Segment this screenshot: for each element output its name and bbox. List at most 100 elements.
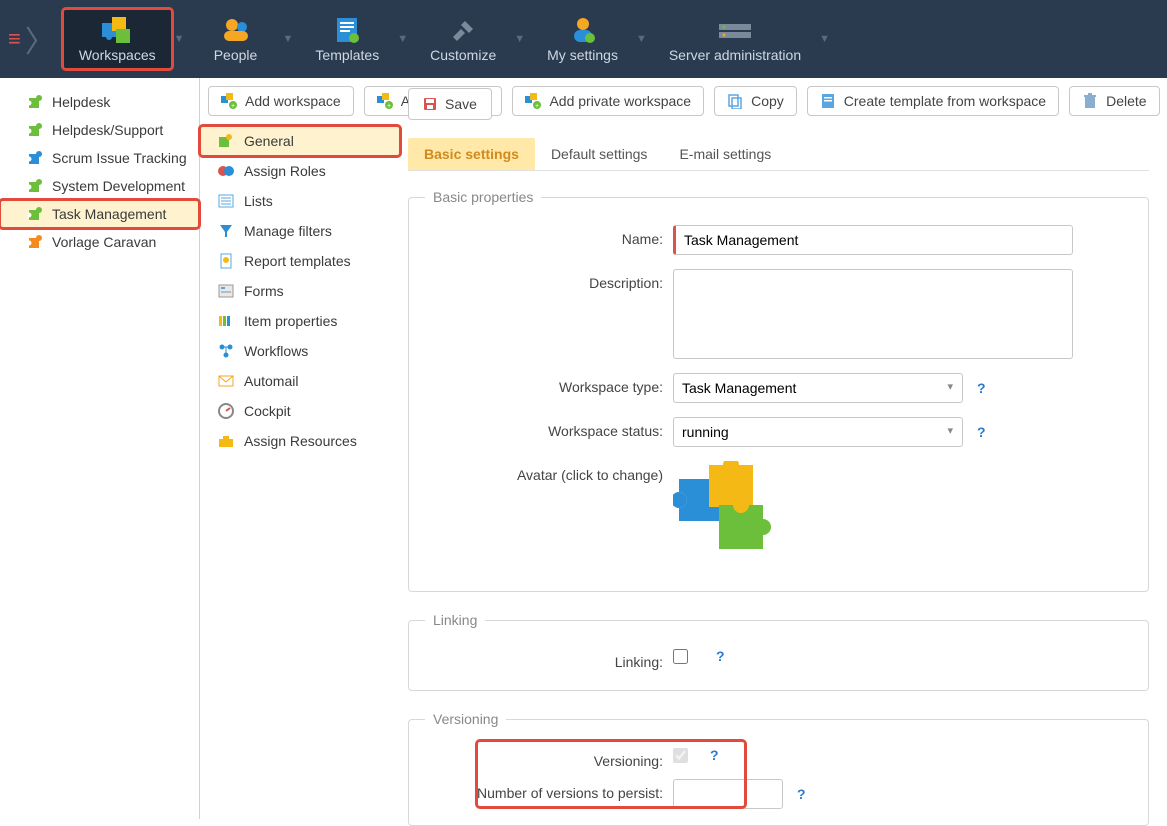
legend: Linking: [425, 612, 485, 628]
workspace-status-select[interactable]: [673, 417, 963, 447]
tree-item-label: Scrum Issue Tracking: [52, 150, 187, 166]
help-icon[interactable]: ?: [977, 380, 986, 396]
puzzle-icon: [28, 150, 44, 166]
tree-item-system-development[interactable]: System Development: [0, 172, 199, 200]
workflow-icon: [218, 343, 234, 359]
versioning-label: Versioning:: [425, 747, 673, 769]
setting-item-assign-roles[interactable]: Assign Roles: [200, 156, 400, 186]
nav-customize[interactable]: Customize: [414, 9, 512, 69]
setting-item-label: Item properties: [244, 313, 337, 329]
puzzle-icon: [28, 234, 44, 250]
nav-server-admin[interactable]: Server administration: [653, 9, 817, 69]
setting-item-lists[interactable]: Lists: [200, 186, 400, 216]
setting-item-workflows[interactable]: Workflows: [200, 336, 400, 366]
tree-item-task-management[interactable]: Task Management: [0, 200, 199, 228]
puzzle-icon: [28, 122, 44, 138]
linking-fieldset: Linking Linking: ?: [408, 612, 1149, 691]
versions-persist-input[interactable]: [673, 779, 783, 809]
chevron-down-icon[interactable]: ▼: [397, 33, 408, 45]
setting-item-label: Lists: [244, 193, 273, 209]
content-panel: Save Basic settings Default settings E-m…: [400, 78, 1167, 819]
avatar-label: Avatar (click to change): [425, 461, 673, 483]
report-icon: [218, 253, 234, 269]
masks-icon: [218, 163, 234, 179]
nav-people[interactable]: People: [191, 9, 281, 69]
description-label: Description:: [425, 269, 673, 291]
legend: Versioning: [425, 711, 506, 727]
help-icon[interactable]: ?: [977, 424, 986, 440]
tab-default-settings[interactable]: Default settings: [535, 138, 664, 170]
workspace-type-select[interactable]: [673, 373, 963, 403]
workspace-tree: HelpdeskHelpdesk/Support Scrum Issue Trac…: [0, 78, 200, 819]
setting-item-label: Report templates: [244, 253, 351, 269]
nav-templates[interactable]: Templates: [299, 9, 395, 69]
setting-item-label: Manage filters: [244, 223, 332, 239]
tree-item-label: Vorlage Caravan: [52, 234, 156, 250]
nav-label: Server administration: [669, 47, 801, 63]
chevron-down-icon[interactable]: ▼: [819, 33, 830, 45]
nav-workspaces[interactable]: Workspaces: [63, 9, 172, 69]
help-icon[interactable]: ?: [710, 747, 719, 763]
user-settings-icon: [567, 15, 599, 45]
top-nav: ≡ 〉 Workspaces ▼ People ▼ Templates ▼ Cu…: [0, 0, 1167, 78]
tree-item-vorlage-caravan[interactable]: Vorlage Caravan: [0, 228, 199, 256]
tab-label: Basic settings: [424, 146, 519, 162]
setting-item-label: Forms: [244, 283, 284, 299]
setting-item-report-templates[interactable]: Report templates: [200, 246, 400, 276]
workspace-type-label: Workspace type:: [425, 373, 673, 395]
setting-item-label: Assign Roles: [244, 163, 326, 179]
workspace-status-label: Workspace status:: [425, 417, 673, 439]
tab-basic-settings[interactable]: Basic settings: [408, 138, 535, 170]
nav-my-settings[interactable]: My settings: [531, 9, 634, 69]
settings-tabs: Basic settings Default settings E-mail s…: [408, 138, 1149, 171]
tab-email-settings[interactable]: E-mail settings: [663, 138, 787, 170]
avatar-picker[interactable]: [673, 461, 783, 561]
props-icon: [218, 313, 234, 329]
save-icon: [423, 97, 437, 111]
setting-item-label: General: [244, 133, 294, 149]
puzzle-green-icon: [218, 133, 234, 149]
tree-item-helpdesk[interactable]: Helpdesk: [0, 88, 199, 116]
help-icon[interactable]: ?: [797, 786, 806, 802]
hamburger-icon[interactable]: ≡: [8, 26, 21, 52]
templates-icon: [331, 15, 363, 45]
setting-item-manage-filters[interactable]: Manage filters: [200, 216, 400, 246]
nav-label: Customize: [430, 47, 496, 63]
linking-checkbox[interactable]: [673, 649, 688, 664]
chevron-down-icon[interactable]: ▼: [283, 33, 294, 45]
setting-item-item-properties[interactable]: Item properties: [200, 306, 400, 336]
customize-icon: [447, 15, 479, 45]
setting-item-cockpit[interactable]: Cockpit: [200, 396, 400, 426]
people-icon: [220, 15, 252, 45]
setting-item-forms[interactable]: Forms: [200, 276, 400, 306]
versions-persist-label: Number of versions to persist:: [425, 779, 673, 801]
form-icon: [218, 283, 234, 299]
setting-item-assign-resources[interactable]: Assign Resources: [200, 426, 400, 456]
tree-item-label: System Development: [52, 178, 185, 194]
mail-icon: [218, 373, 234, 389]
server-icon: [719, 15, 751, 45]
setting-item-label: Cockpit: [244, 403, 291, 419]
resources-icon: [218, 433, 234, 449]
tree-item-helpdesk-support[interactable]: Helpdesk/Support: [0, 116, 199, 144]
puzzle-icon: [28, 94, 44, 110]
breadcrumb-arrow-icon: 〉: [25, 17, 55, 61]
button-label: Save: [445, 96, 477, 112]
versioning-fieldset: Versioning Versioning: ? Number of versi…: [408, 711, 1149, 826]
settings-menu: General Assign Roles Lists Manage filters Re…: [200, 78, 400, 819]
tree-item-scrum-issue-tracking[interactable]: Scrum Issue Tracking: [0, 144, 199, 172]
chevron-down-icon[interactable]: ▼: [636, 33, 647, 45]
setting-item-automail[interactable]: Automail: [200, 366, 400, 396]
chevron-down-icon[interactable]: ▼: [514, 33, 525, 45]
name-label: Name:: [425, 225, 673, 247]
setting-item-general[interactable]: General: [200, 126, 400, 156]
chevron-down-icon[interactable]: ▼: [174, 33, 185, 45]
versioning-checkbox[interactable]: [673, 748, 688, 763]
description-input[interactable]: [673, 269, 1073, 359]
name-input[interactable]: [673, 225, 1073, 255]
list-icon: [218, 193, 234, 209]
save-button[interactable]: Save: [408, 88, 492, 120]
help-icon[interactable]: ?: [716, 648, 725, 664]
puzzle-icon: [28, 206, 44, 222]
linking-label: Linking:: [425, 648, 673, 670]
